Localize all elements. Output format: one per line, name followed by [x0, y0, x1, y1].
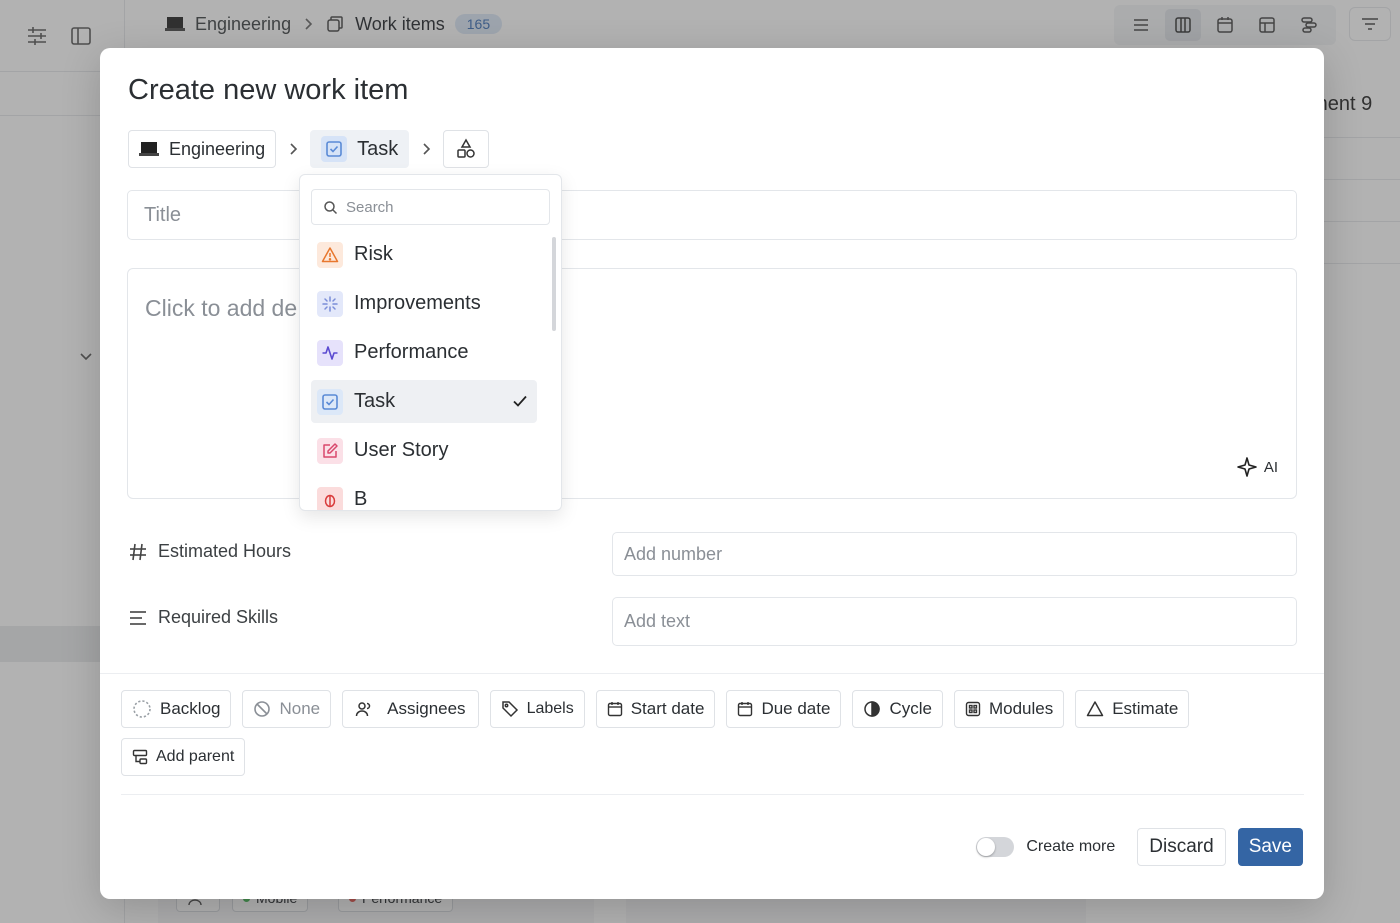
type-option-user-story[interactable]: User Story: [311, 429, 537, 472]
backlog-state-icon: [132, 699, 152, 719]
property-label: Estimated Hours: [158, 541, 292, 561]
text-lines-icon: [128, 608, 148, 628]
chevron-right-icon: [286, 142, 300, 156]
create-work-item-modal: Create new work item Engineering Task Ti…: [100, 48, 1324, 899]
toggle-knob: [977, 838, 996, 856]
type-option-task[interactable]: Task: [311, 380, 537, 423]
dropdown-scrollbar[interactable]: [552, 237, 556, 331]
divider: [121, 794, 1304, 795]
estimate-chip[interactable]: Estimate: [1075, 690, 1190, 728]
description-placeholder: Click to add de: [145, 295, 298, 321]
sparkle-icon: [317, 290, 343, 317]
calendar-icon: [607, 701, 623, 717]
checkbox-icon: [317, 388, 343, 415]
property-estimated-hours: Estimated Hours: [128, 541, 291, 562]
checkbox-icon: [321, 136, 348, 162]
project-logo-icon: [139, 140, 159, 158]
type-option-improvements[interactable]: Improvements: [311, 282, 537, 325]
due-date-chip[interactable]: Due date: [726, 690, 842, 728]
search-input[interactable]: [346, 198, 526, 216]
type-option-bug[interactable]: B: [311, 478, 537, 510]
divider: [100, 673, 1324, 674]
create-more-label: Create more: [1026, 838, 1116, 855]
chip-label: Estimate: [1112, 699, 1179, 718]
project-select-button[interactable]: Engineering: [128, 130, 277, 168]
modal-footer: Create more Discard Save: [976, 828, 1303, 866]
chevron-right-icon: [419, 142, 433, 156]
warning-icon: [317, 241, 343, 268]
activity-icon: [317, 339, 343, 366]
dropdown-search[interactable]: [311, 189, 550, 225]
hash-icon: [128, 542, 148, 562]
template-select-button[interactable]: [443, 130, 490, 168]
save-button[interactable]: Save: [1237, 828, 1303, 866]
modules-icon: [965, 701, 981, 717]
type-options-list: Risk Improvements Performance Task User …: [311, 233, 537, 510]
project-select-label: Engineering: [169, 138, 266, 159]
search-icon: [323, 200, 338, 215]
work-item-type-label: Task: [357, 137, 399, 160]
type-option-label: Task: [354, 390, 396, 412]
cycle-chip[interactable]: Cycle: [852, 690, 943, 728]
property-label: Required Skills: [158, 607, 279, 627]
edit-icon: [317, 437, 343, 464]
modules-chip[interactable]: Modules: [953, 690, 1065, 728]
work-item-type-select-button[interactable]: Task: [310, 130, 410, 168]
assignees-chip[interactable]: Assignees: [342, 690, 479, 728]
sparkle-icon: [1236, 456, 1258, 478]
check-icon: [511, 392, 529, 410]
ai-assist-button[interactable]: AI: [1236, 456, 1278, 478]
cycle-icon: [863, 700, 881, 718]
add-parent-chip[interactable]: Add parent: [121, 738, 246, 776]
no-priority-icon: [253, 700, 271, 718]
type-option-label: B: [354, 488, 368, 510]
bug-icon: [317, 486, 343, 510]
chip-label: Due date: [761, 699, 831, 718]
modal-title: Create new work item: [128, 74, 409, 106]
create-more-toggle[interactable]: [976, 837, 1015, 857]
labels-chip[interactable]: Labels: [489, 690, 585, 728]
chip-label: Cycle: [889, 699, 932, 718]
required-skills-input[interactable]: [612, 597, 1297, 646]
work-item-path: Engineering Task: [128, 130, 490, 168]
chip-label: None: [279, 699, 321, 718]
discard-button[interactable]: Discard: [1137, 828, 1226, 866]
property-required-skills: Required Skills: [128, 607, 278, 628]
state-chip[interactable]: Backlog: [121, 690, 232, 728]
type-option-label: Risk: [354, 243, 393, 265]
chip-label: Backlog: [160, 699, 221, 718]
tag-icon: [501, 700, 519, 718]
type-option-label: Performance: [354, 341, 469, 363]
property-chips: Backlog None Assignees Labels Start date: [121, 690, 1191, 776]
shapes-icon: [455, 138, 477, 160]
triangle-icon: [1086, 700, 1104, 718]
calendar-icon: [737, 701, 753, 717]
chip-label: Add parent: [156, 748, 235, 765]
type-option-label: Improvements: [354, 292, 481, 314]
parent-icon: [132, 749, 148, 765]
start-date-chip[interactable]: Start date: [595, 690, 716, 728]
type-option-risk[interactable]: Risk: [311, 233, 537, 276]
priority-chip[interactable]: None: [242, 690, 332, 728]
ai-assist-label: AI: [1263, 458, 1278, 476]
type-option-performance[interactable]: Performance: [311, 331, 537, 374]
chip-label: Start date: [630, 699, 705, 718]
chip-label: Labels: [526, 700, 574, 717]
chip-label: Assignees: [387, 699, 466, 718]
work-item-type-dropdown: Risk Improvements Performance Task: [299, 174, 562, 511]
estimated-hours-input[interactable]: [612, 532, 1297, 576]
users-icon: [355, 700, 373, 718]
type-option-label: User Story: [354, 439, 449, 461]
chip-label: Modules: [988, 699, 1054, 718]
